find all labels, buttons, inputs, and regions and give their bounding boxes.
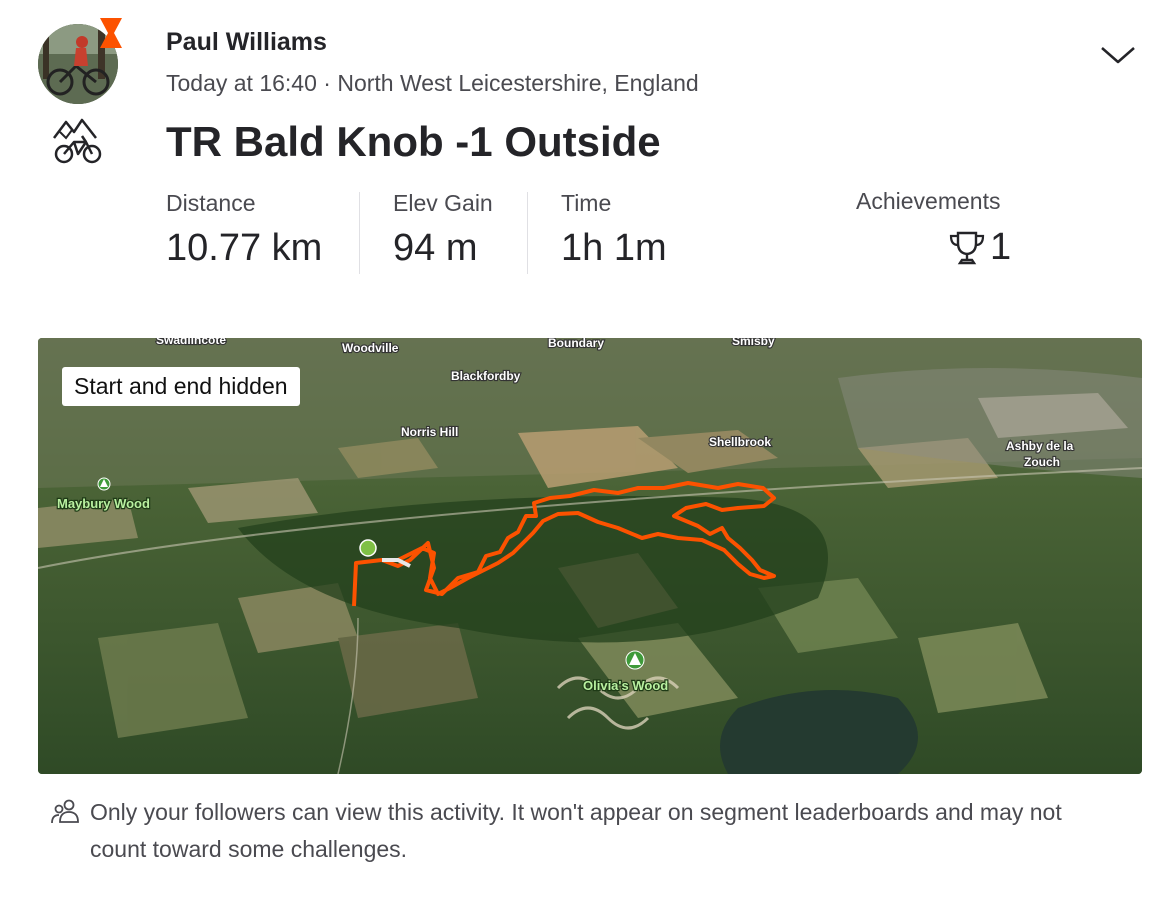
stat-time: Time 1h 1m xyxy=(561,190,667,270)
start-marker xyxy=(359,539,377,557)
start-end-hidden-label: Start and end hidden xyxy=(62,367,300,406)
privacy-notice: Only your followers can view this activi… xyxy=(50,794,1120,868)
place-label: Maybury Wood xyxy=(57,496,150,511)
place-label: Norris Hill xyxy=(401,425,458,439)
stat-distance: Distance 10.77 km xyxy=(166,190,322,270)
place-label: Blackfordby xyxy=(451,369,521,383)
stat-label: Distance xyxy=(166,190,256,216)
followers-icon xyxy=(51,799,79,824)
activity-title[interactable]: TR Bald Knob -1 Outside xyxy=(166,118,661,166)
place-label: Zouch xyxy=(1024,455,1060,469)
place-label: Olivia's Wood xyxy=(583,678,668,693)
stat-elev-gain: Elev Gain 94 m xyxy=(393,190,493,270)
stat-label: Time xyxy=(561,190,612,216)
chevron-down-icon[interactable] xyxy=(1098,40,1138,70)
strava-badge-icon xyxy=(100,18,122,48)
stat-value: 94 m xyxy=(393,227,478,269)
tree-icon xyxy=(97,477,111,491)
achievements-count-value: 1 xyxy=(990,226,1012,268)
place-label: Swadlincote xyxy=(156,338,226,347)
place-label: Woodville xyxy=(342,341,399,355)
stat-divider xyxy=(527,192,528,274)
tree-icon xyxy=(625,650,645,670)
stat-value: 1h 1m xyxy=(561,227,667,269)
place-label: Boundary xyxy=(548,338,604,350)
athlete-name[interactable]: Paul Williams xyxy=(166,28,327,57)
stat-value: 10.77 km xyxy=(166,227,323,269)
activity-meta: Today at 16:40 · North West Leicestershi… xyxy=(166,70,699,96)
achievements-count[interactable]: 1 xyxy=(948,226,1011,269)
place-label: Smisby xyxy=(732,338,775,348)
stat-label: Elev Gain xyxy=(393,190,493,216)
privacy-text: Only your followers can view this activi… xyxy=(90,799,1062,862)
place-label: Ashby de la xyxy=(1006,439,1074,453)
place-label: Shellbrook xyxy=(709,435,771,449)
achievements-label: Achievements xyxy=(856,188,1001,214)
trophy-icon xyxy=(949,231,985,264)
mountain-bike-icon xyxy=(53,118,102,164)
stat-divider xyxy=(359,192,360,274)
